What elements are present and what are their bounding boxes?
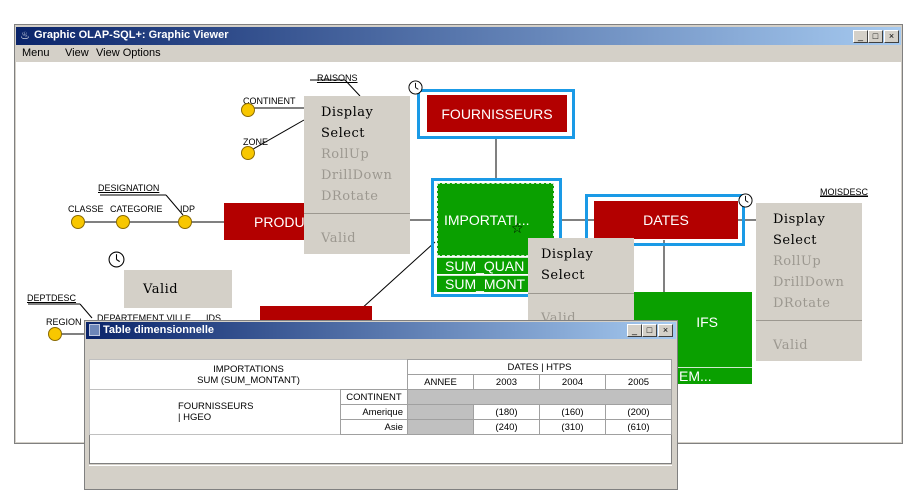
empty-cell	[407, 419, 474, 435]
label-categorie: CATEGORIE	[110, 204, 163, 214]
menu-valid[interactable]: Valid	[773, 338, 808, 353]
menu-rollup[interactable]: RollUp	[321, 147, 369, 162]
attribute-categorie[interactable]	[116, 215, 130, 229]
label-classe: CLASSE	[68, 204, 104, 214]
value-cell[interactable]: (240)	[473, 419, 540, 435]
menu-drotate[interactable]: DRotate	[321, 189, 378, 204]
menu-display[interactable]: Display	[541, 247, 593, 262]
value-cell[interactable]: (310)	[539, 419, 606, 435]
row-label-asie: Asie	[340, 419, 408, 435]
column-header-2004: 2004	[539, 374, 606, 390]
row-label-amerique: Amerique	[340, 404, 408, 420]
menu-drilldown[interactable]: DrillDown	[773, 275, 844, 290]
label-region: REGION	[46, 317, 82, 327]
empty-cell	[407, 404, 474, 420]
table-maximize-button[interactable]: □	[642, 324, 657, 337]
clock-icon-dates[interactable]	[738, 193, 753, 208]
dimension-dates[interactable]: DATES	[594, 201, 738, 239]
label-idp: IDP	[180, 204, 196, 214]
clock-icon[interactable]	[408, 80, 423, 95]
valid-label: Valid	[143, 282, 179, 297]
star-icon: ☆	[511, 221, 524, 237]
column-header-2003: 2003	[473, 374, 540, 390]
row-hierarchy-name: | HGEO	[178, 412, 212, 423]
fact-tarifs-measure[interactable]: EM...	[675, 367, 752, 384]
label-designation: DESIGNATION	[98, 183, 160, 193]
table-close-button[interactable]: ×	[658, 324, 673, 337]
menu-drilldown[interactable]: DrillDown	[321, 168, 392, 183]
column-header-2005: 2005	[605, 374, 672, 390]
label-moisdesc: MOISDESC	[820, 187, 869, 197]
table-window-status-area	[89, 465, 672, 485]
row-dimension-header: FOURNISSEURS | HGEO	[89, 389, 341, 435]
fact-name: IMPORTATIONS	[213, 363, 284, 375]
column-header-annee: ANNEE	[407, 374, 474, 390]
attribute-idp[interactable]	[178, 215, 192, 229]
attribute-continent[interactable]	[241, 103, 255, 117]
menu-display[interactable]: Display	[321, 105, 373, 120]
menu-select[interactable]: Select	[773, 233, 817, 248]
menu-select[interactable]: Select	[541, 268, 585, 283]
attribute-classe[interactable]	[71, 215, 85, 229]
valid-box[interactable]: Valid	[124, 270, 232, 308]
menu-select[interactable]: Select	[321, 126, 365, 141]
level-filler	[407, 389, 672, 405]
dimension-fournisseurs[interactable]: FOURNISSEURS	[427, 95, 567, 132]
attribute-region[interactable]	[48, 327, 62, 341]
menu-drotate[interactable]: DRotate	[773, 296, 830, 311]
menu-display[interactable]: Display	[773, 212, 825, 227]
menu-valid[interactable]: Valid	[321, 231, 356, 246]
context-menu-fournisseurs: Display Select RollUp DrillDown DRotate …	[304, 96, 410, 254]
dimension-produits[interactable]: PRODU	[224, 203, 310, 240]
value-cell[interactable]: (160)	[539, 404, 606, 420]
menu-separator	[756, 320, 862, 321]
menu-separator	[304, 213, 410, 214]
attribute-zone[interactable]	[241, 146, 255, 160]
menu-separator	[528, 293, 634, 294]
clock-icon-geo[interactable]	[108, 251, 125, 268]
row-level-header: CONTINENT	[340, 389, 408, 405]
value-cell[interactable]: (610)	[605, 419, 672, 435]
label-deptdesc: DEPTDESC	[27, 293, 77, 303]
context-menu-dates: Display Select RollUp DrillDown DRotate …	[756, 203, 862, 361]
label-raisons: RAISONS	[317, 73, 358, 83]
dimension-geo[interactable]	[260, 306, 372, 320]
menu-rollup[interactable]: RollUp	[773, 254, 821, 269]
table-window-title: Table dimensionnelle	[103, 324, 215, 336]
table-window-icon	[89, 324, 100, 336]
table-corner-header: IMPORTATIONS SUM (SUM_MONTANT)	[89, 359, 408, 390]
column-dimension-header: DATES | HTPS	[407, 359, 672, 375]
measure-name: SUM (SUM_MONTANT)	[197, 374, 300, 386]
row-dimension-name: FOURNISSEURS	[178, 401, 254, 412]
table-minimize-button[interactable]: _	[627, 324, 642, 337]
value-cell[interactable]: (200)	[605, 404, 672, 420]
value-cell[interactable]: (180)	[473, 404, 540, 420]
